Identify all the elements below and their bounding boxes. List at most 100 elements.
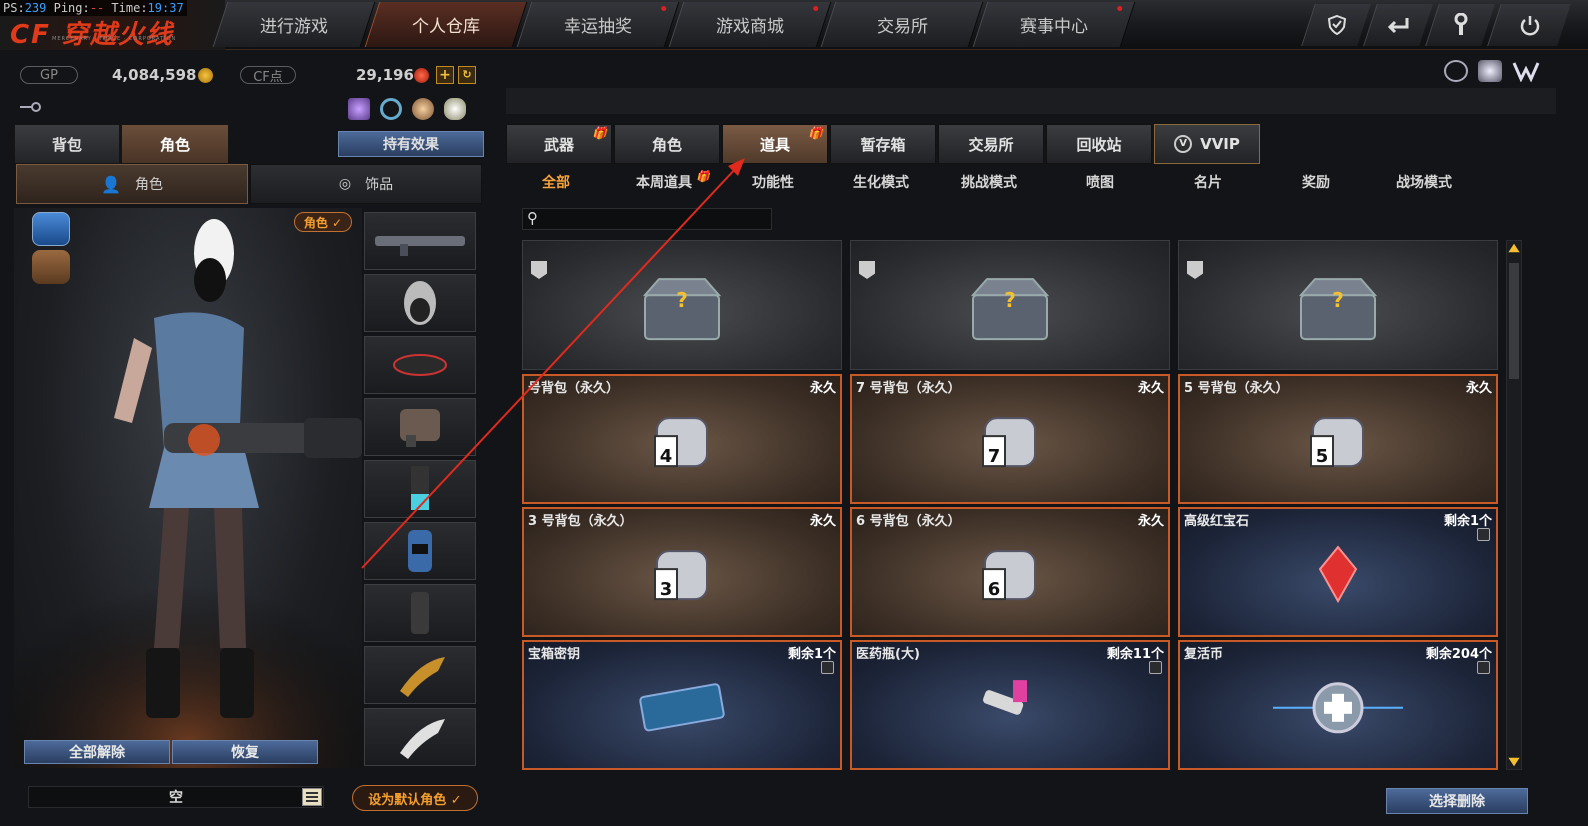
item-card[interactable]: ? (522, 240, 842, 370)
category-battlefield[interactable]: 战场模式 (1396, 170, 1452, 194)
item-status: 剩余11个 (1106, 647, 1164, 662)
vvip-icon[interactable] (1512, 60, 1540, 83)
vvip-badge-icon: V (1174, 135, 1193, 153)
item-card[interactable]: ? (850, 240, 1170, 370)
category-functional[interactable]: 功能性 (752, 170, 794, 194)
scrollbar[interactable] (1506, 240, 1522, 770)
subtab-character[interactable]: 👤 角色 (16, 164, 248, 204)
item-tab-exchange[interactable]: 交易所 (938, 124, 1044, 164)
search-input[interactable] (547, 210, 767, 228)
trash-icon[interactable] (821, 661, 834, 674)
set-default-character-button[interactable]: 设为默认角色 ✓ (352, 785, 478, 811)
mystery-box-icon: ? (967, 273, 1053, 349)
unequip-all-button[interactable]: 全部解除 (24, 740, 170, 764)
gift-tag-icon (531, 261, 547, 279)
character-preview[interactable]: 角色 ✓ (14, 208, 362, 768)
search-icon: ⚲ (527, 209, 538, 227)
keycard-icon (632, 682, 732, 736)
nav-tab-play[interactable]: 进行游戏 (212, 2, 376, 47)
item-status: 剩余204个 (1425, 647, 1492, 662)
shield-icon[interactable] (1301, 4, 1371, 46)
medal-icon: ◎ (338, 176, 352, 192)
nav-tab-shop[interactable]: 游戏商城 (668, 2, 832, 47)
item-tab-props[interactable]: 道具 🎁 (722, 124, 828, 164)
character-tools (348, 98, 478, 124)
pose-icon[interactable] (412, 98, 434, 120)
tab-backpack[interactable]: 背包 (14, 124, 120, 164)
scroll-up-arrow[interactable] (1508, 243, 1520, 253)
category-spray[interactable]: 喷图 (1086, 170, 1114, 194)
category-all[interactable]: 全部 (542, 170, 570, 194)
scroll-down-arrow[interactable] (1508, 757, 1520, 767)
globe-icon[interactable] (1444, 60, 1468, 82)
scroll-thumb[interactable] (1509, 263, 1519, 379)
svg-text:?: ? (676, 288, 688, 312)
category-reward[interactable]: 奖励 (1302, 170, 1330, 194)
refresh-points-icon[interactable]: ↻ (458, 66, 476, 84)
item-card[interactable]: 复活币 剩余204个 (1178, 640, 1498, 770)
item-card[interactable]: 高级红宝石 剩余1个 (1178, 507, 1498, 637)
item-card[interactable]: 医药瓶(大) 剩余11个 (850, 640, 1170, 770)
item-card[interactable]: ? (1178, 240, 1498, 370)
category-challenge[interactable]: 挑战模式 (961, 170, 1017, 194)
category-zombie[interactable]: 生化模式 (853, 170, 909, 194)
top-navigation-bar: CF 穿越火线 MERCENARY · FORCE · CORPORATION … (0, 0, 1588, 50)
item-card[interactable]: 6 号背包（永久） 永久 6 (850, 507, 1170, 637)
nav-tab-lottery[interactable]: 幸运抽奖 (516, 2, 680, 47)
item-card[interactable]: 号背包（永久） 永久 4 (522, 374, 842, 504)
bag-icon: 5 (1305, 412, 1371, 476)
select-delete-button[interactable]: 选择删除 (1386, 788, 1528, 814)
nav-tab-warehouse[interactable]: 个人仓库 (364, 2, 528, 47)
slot-flash[interactable] (364, 522, 476, 580)
item-tab-storage[interactable]: 暂存箱 (830, 124, 936, 164)
item-tab-recycle[interactable]: 回收站 (1046, 124, 1152, 164)
item-card[interactable]: 宝箱密钥 剩余1个 (522, 640, 842, 770)
item-status: 永久 (809, 381, 836, 396)
add-points-button[interactable]: + (436, 66, 454, 84)
bag-icon: 6 (977, 545, 1043, 609)
power-icon[interactable] (1487, 4, 1571, 46)
ranking-icon[interactable] (348, 98, 370, 120)
tab-character[interactable]: 角色 (121, 124, 229, 164)
wrench-icon[interactable] (1425, 4, 1495, 46)
slot-grenade[interactable] (364, 460, 476, 518)
item-card[interactable]: 5 号背包（永久） 永久 5 (1178, 374, 1498, 504)
item-tab-weapons[interactable]: 武器 🎁 (506, 124, 612, 164)
character-name-field[interactable]: 空 (28, 786, 324, 808)
trash-icon[interactable] (1477, 661, 1490, 674)
slot-primary-weapon[interactable] (364, 212, 476, 270)
subtab-accessories[interactable]: ◎ 饰品 (250, 164, 482, 204)
category-card[interactable]: 名片 (1194, 170, 1222, 194)
item-card[interactable]: 3 号背包（永久） 永久 3 (522, 507, 842, 637)
slot-face[interactable] (364, 336, 476, 394)
key-icon (20, 98, 42, 112)
slot-head[interactable] (364, 274, 476, 332)
item-tab-vvip[interactable]: V VVIP (1154, 124, 1260, 164)
character-model (14, 219, 362, 768)
notification-dot (1117, 6, 1123, 11)
slot-melee-1[interactable] (364, 646, 476, 704)
item-name: 宝箱密钥 (528, 647, 581, 662)
list-icon[interactable] (302, 788, 322, 806)
rotate-icon[interactable] (380, 98, 402, 120)
trash-icon[interactable] (1149, 661, 1162, 674)
item-card[interactable]: 7 号背包（永久） 永久 7 (850, 374, 1170, 504)
nav-tab-events[interactable]: 赛事中心 (972, 2, 1136, 47)
item-tab-characters[interactable]: 角色 (614, 124, 720, 164)
trash-icon[interactable] (1477, 528, 1490, 541)
nav-tab-exchange[interactable]: 交易所 (820, 2, 984, 47)
sparkle-icon[interactable] (1478, 60, 1502, 82)
character-sparkle-icon: 👤 (101, 174, 121, 194)
back-icon[interactable] (1363, 4, 1433, 46)
ruby-icon (1318, 545, 1358, 609)
slot-smoke[interactable] (364, 584, 476, 642)
character-panel: 背包 角色 持有效果 👤 角色 ◎ 饰品 角色 ✓ 全部解除 恢复 空 设为默认… (14, 122, 484, 822)
slot-body[interactable] (364, 398, 476, 456)
restore-button[interactable]: 恢复 (172, 740, 318, 764)
mystery-box-icon: ? (1295, 273, 1381, 349)
slot-melee-2[interactable] (364, 708, 476, 766)
item-name: 3 号背包（永久） (528, 514, 633, 529)
category-weekly[interactable]: 本周道具 🎁 (636, 170, 710, 194)
effects-button[interactable]: 持有效果 (338, 131, 484, 157)
pet-icon[interactable] (444, 98, 466, 120)
